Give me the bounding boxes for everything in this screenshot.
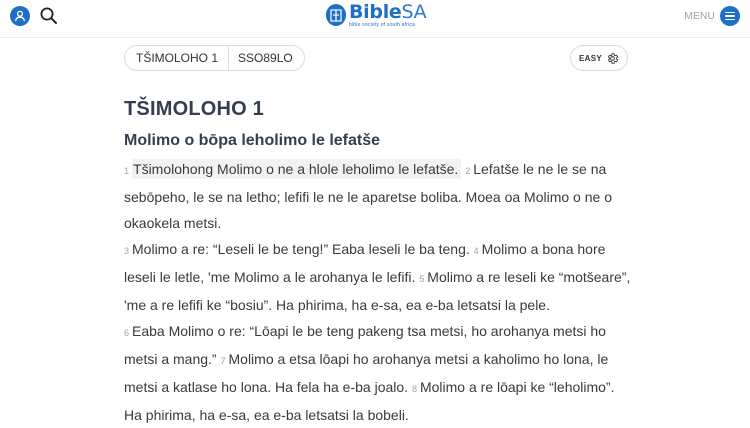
menu-toggle[interactable]: MENU <box>684 6 740 26</box>
user-icon <box>14 10 26 22</box>
search-icon <box>40 7 57 24</box>
verse-number: 5 <box>419 274 425 284</box>
user-account-button[interactable] <box>10 6 30 26</box>
verse-number: 8 <box>411 384 417 394</box>
logo-wordmark: BibleSA <box>349 0 427 23</box>
book-chapter-selector[interactable]: TŠIMOLOHO 1 <box>125 46 230 70</box>
verse-text: Tšimolohong Molimo o ne a hlole leholimo… <box>132 159 462 179</box>
scripture-passage: 1 Tšimolohong Molimo o ne a hlole leholim… <box>124 156 634 428</box>
verse-number: 1 <box>124 166 130 176</box>
verse-1[interactable]: 1 Tšimolohong Molimo o ne a hlole leholim… <box>124 159 462 179</box>
section-heading: Molimo o bōpa leholimo le lefatše <box>124 132 381 149</box>
verse-number: 4 <box>473 246 479 256</box>
verse-number: 2 <box>465 166 471 176</box>
logo-tagline: bible society of south africa <box>349 21 416 28</box>
search-button[interactable] <box>39 6 59 26</box>
verse-number: 7 <box>220 356 226 366</box>
version-selector[interactable]: SSO89LO <box>229 46 304 70</box>
gear-icon <box>607 52 619 64</box>
biblesa-logo[interactable]: BibleSA bible society of south africa <box>326 0 427 28</box>
menu-label: MENU <box>684 10 715 22</box>
top-navigation-bar: BibleSA bible society of south africa ME… <box>0 0 750 38</box>
easy-label: EASY <box>579 53 602 63</box>
chapter-title: TŠIMOLOHO 1 <box>124 98 264 120</box>
verse-number: 3 <box>124 246 130 256</box>
book-version-selector: TŠIMOLOHO 1 SSO89LO <box>124 45 305 71</box>
easy-reading-settings-button[interactable]: EASY <box>570 45 628 71</box>
verse-text: Molimo a re: “Leseli le be teng!” Eaba l… <box>132 241 470 257</box>
hamburger-icon[interactable] <box>720 6 740 26</box>
verse-number: 6 <box>124 328 130 338</box>
verse-3[interactable]: 3 Molimo a re: “Leseli le be teng!” Eaba … <box>124 241 470 257</box>
bible-logo-icon <box>326 4 346 26</box>
